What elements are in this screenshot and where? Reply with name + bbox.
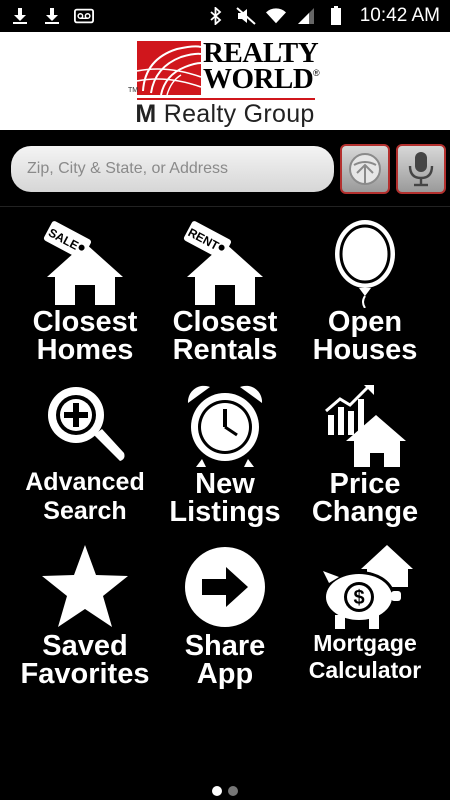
advanced-search-label: Advanced Search	[25, 470, 144, 523]
signal-icon	[296, 6, 316, 26]
magnifier-plus-icon	[35, 380, 135, 470]
advanced-search-line1: Advanced	[25, 468, 145, 496]
saved-favorites-line1: Saved	[42, 630, 128, 662]
closest-homes-label: Closest Homes	[32, 306, 138, 367]
search-input[interactable]	[11, 146, 334, 192]
download-icon	[42, 6, 62, 26]
search-divider	[0, 206, 450, 207]
new-listings-line2: Listings	[169, 496, 281, 529]
closest-rentals-line2: Rentals	[172, 334, 278, 367]
advanced-search-line2: Search	[43, 496, 127, 525]
voicemail-icon	[74, 6, 94, 26]
mortgage-calculator-label: Mortgage Calculator	[309, 632, 421, 681]
globe-logo-icon	[137, 41, 201, 95]
microphone-icon	[408, 152, 434, 187]
closest-rentals-line1: Closest	[172, 306, 278, 338]
saved-favorites-line2: Favorites	[20, 658, 150, 691]
mortgage-calculator-button[interactable]: $ Mortgage Calculator	[290, 542, 440, 681]
sub-brand-text: Realty Group	[156, 100, 315, 128]
page-dot-1[interactable]	[212, 786, 222, 796]
mortgage-calculator-line2: Calculator	[308, 656, 422, 683]
new-listings-label: New Listings	[169, 468, 281, 529]
price-change-label: Price Change	[311, 468, 419, 529]
brand-header: TM REALTY WORLD ® M Realty Group	[0, 32, 450, 130]
brand-name-line2: WORLD	[203, 63, 314, 95]
share-app-line2: App	[196, 658, 254, 691]
rent-house-icon: RENT	[175, 218, 275, 308]
star-icon	[35, 542, 135, 632]
arrow-right-circle-icon	[175, 542, 275, 632]
piggy-bank-house-icon: $	[315, 542, 415, 632]
balloon-icon	[315, 218, 415, 308]
clock: 10:42 AM	[359, 5, 440, 26]
closest-homes-line1: Closest	[32, 306, 138, 338]
advanced-search-button[interactable]: Advanced Search	[10, 380, 160, 523]
alarm-clock-icon	[175, 380, 275, 470]
registered-mark: ®	[313, 68, 320, 78]
open-houses-line1: Open	[327, 306, 403, 338]
open-houses-line2: Houses	[312, 334, 418, 367]
battery-icon	[326, 6, 346, 26]
locate-me-button[interactable]	[340, 144, 390, 194]
page-dot-2[interactable]	[228, 786, 238, 796]
system-icons: 10:42 AM	[206, 5, 440, 27]
share-app-label: Share App	[184, 630, 266, 691]
saved-favorites-label: Saved Favorites	[20, 630, 150, 691]
dollar-symbol: $	[353, 587, 364, 609]
gps-locate-icon	[349, 153, 381, 185]
sale-house-icon: SALE	[35, 218, 135, 308]
saved-favorites-button[interactable]: Saved Favorites	[10, 542, 160, 689]
wifi-icon	[265, 6, 286, 26]
chart-house-icon	[315, 380, 415, 470]
closest-rentals-button[interactable]: RENT Closest Rentals	[150, 218, 300, 365]
open-houses-button[interactable]: Open Houses	[290, 218, 440, 365]
status-bar: 10:42 AM	[0, 0, 450, 32]
notification-icons	[10, 6, 94, 26]
download-icon	[10, 6, 30, 26]
price-change-line2: Change	[311, 496, 419, 529]
new-listings-button[interactable]: New Listings	[150, 380, 300, 527]
sub-brand-name: M Realty Group	[0, 100, 450, 129]
share-app-button[interactable]: Share App	[150, 542, 300, 689]
new-listings-line1: New	[195, 468, 255, 500]
share-app-line1: Share	[184, 630, 266, 662]
price-change-button[interactable]: Price Change	[290, 380, 440, 527]
price-change-line1: Price	[329, 468, 401, 500]
open-houses-label: Open Houses	[312, 306, 418, 367]
trademark-mark: TM	[128, 87, 139, 94]
sub-brand-initial: M	[135, 100, 157, 128]
closest-rentals-label: Closest Rentals	[172, 306, 278, 367]
closest-homes-button[interactable]: SALE Closest Homes	[10, 218, 160, 365]
mortgage-calculator-line1: Mortgage	[313, 630, 417, 656]
page-indicator	[0, 786, 450, 796]
bluetooth-icon	[206, 6, 226, 26]
search-bar	[0, 130, 450, 208]
closest-homes-line2: Homes	[36, 334, 134, 367]
voice-search-button[interactable]	[396, 144, 446, 194]
mute-icon	[236, 6, 256, 26]
